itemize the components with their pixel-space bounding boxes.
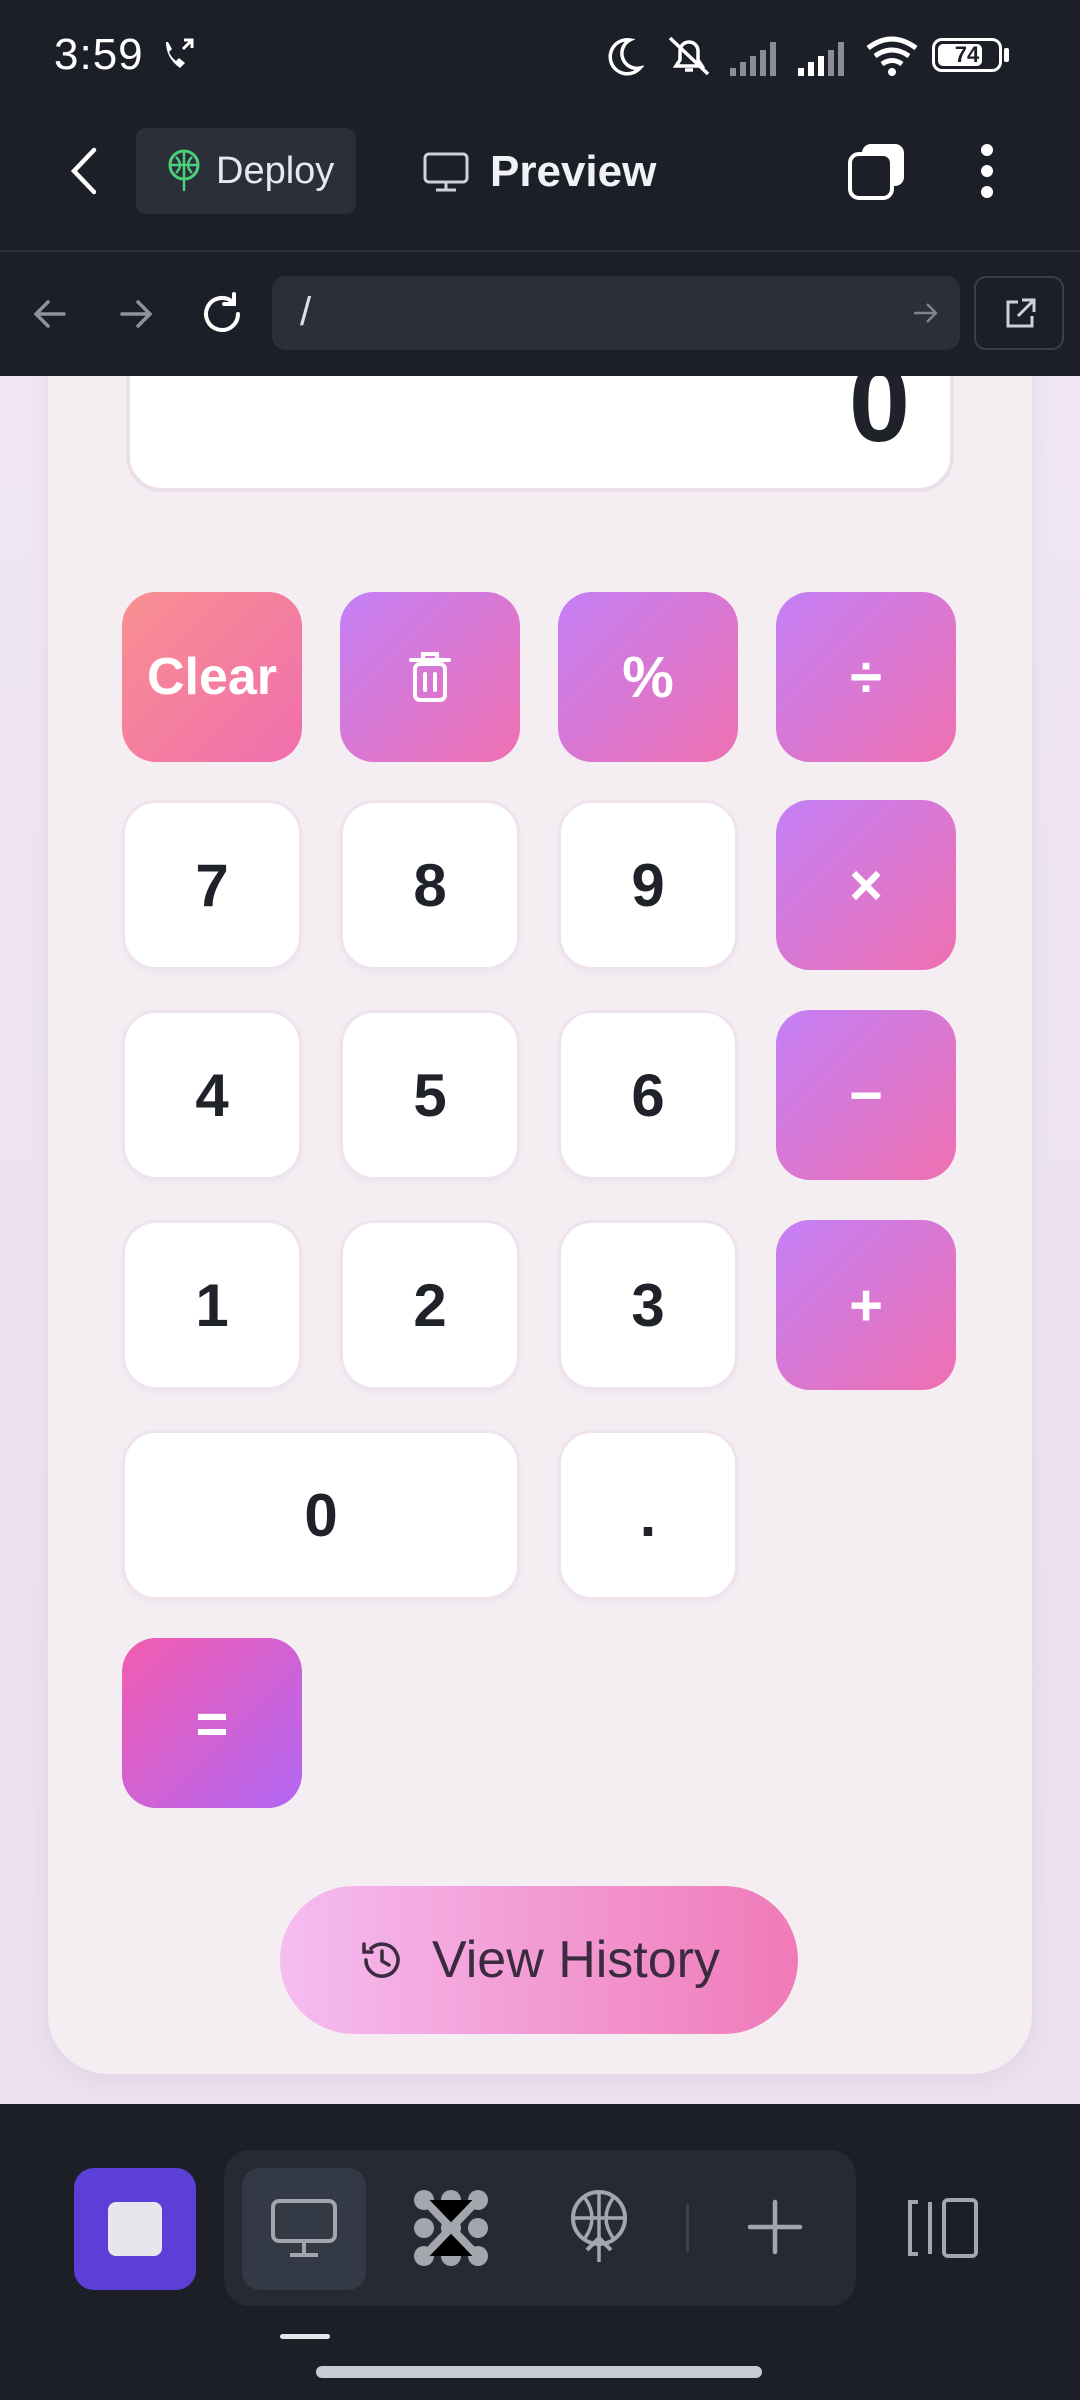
wifi-icon: [866, 36, 918, 76]
divide-button[interactable]: ÷: [776, 592, 956, 762]
preview-button[interactable]: Preview: [422, 140, 656, 204]
moon-icon: [608, 38, 644, 76]
digit-4-button[interactable]: 4: [122, 1010, 302, 1180]
app-content: 0 Clear % ÷ 7 8 9 × 4 5 6 − 1 2 3 + 0 . …: [0, 376, 1080, 2104]
digit-9-button[interactable]: 9: [558, 800, 738, 970]
digit-0-button[interactable]: 0: [122, 1430, 520, 1600]
battery-icon: 74: [932, 38, 1002, 72]
monitor-icon: [423, 152, 469, 192]
stop-icon: [108, 2202, 162, 2256]
desktop-icon: [271, 2199, 337, 2257]
minus-button[interactable]: −: [776, 1010, 956, 1180]
digit-3-button[interactable]: 3: [558, 1220, 738, 1390]
digit-1-button[interactable]: 1: [122, 1220, 302, 1390]
split-view-icon[interactable]: [906, 2196, 980, 2260]
url-input[interactable]: /: [272, 276, 960, 350]
reload-icon[interactable]: [198, 290, 246, 338]
multiply-button[interactable]: ×: [776, 800, 956, 970]
plus-button[interactable]: +: [776, 1220, 956, 1390]
deploy-button[interactable]: Deploy: [136, 128, 356, 214]
bell-off-icon: [668, 36, 710, 76]
history-icon: [362, 1942, 400, 1978]
status-time: 3:59: [54, 30, 144, 79]
digit-6-button[interactable]: 6: [558, 1010, 738, 1180]
call-forward-icon: [166, 38, 194, 68]
back-chevron-icon[interactable]: [66, 146, 102, 196]
equals-button[interactable]: =: [122, 1638, 302, 1808]
signal-icon: [730, 42, 776, 76]
url-text: /: [300, 290, 312, 334]
forward-arrow-icon[interactable]: [116, 294, 156, 334]
desktop-view-tab[interactable]: [242, 2168, 366, 2290]
trash-icon: [409, 652, 451, 702]
battery-level: 74: [954, 42, 980, 67]
delete-button[interactable]: [340, 592, 520, 762]
integrations-icon[interactable]: [412, 2188, 490, 2268]
open-external-button[interactable]: [974, 276, 1064, 350]
digit-7-button[interactable]: 7: [122, 800, 302, 970]
percent-button[interactable]: %: [558, 592, 738, 762]
deploy-icon: [168, 149, 200, 191]
back-arrow-icon[interactable]: [30, 294, 70, 334]
go-arrow-icon[interactable]: [910, 298, 940, 328]
home-indicator[interactable]: [316, 2366, 762, 2378]
view-history-button[interactable]: View History: [280, 1886, 798, 2034]
deploy-label: Deploy: [216, 149, 335, 192]
tabs-icon[interactable]: [846, 140, 908, 202]
stop-button[interactable]: [74, 2168, 196, 2290]
digit-8-button[interactable]: 8: [340, 800, 520, 970]
display-value: 0: [848, 376, 910, 465]
digit-2-button[interactable]: 2: [340, 1220, 520, 1390]
more-vertical-icon[interactable]: [972, 142, 1002, 200]
decimal-button[interactable]: .: [558, 1430, 738, 1600]
open-external-icon: [1006, 298, 1036, 328]
battery-cap: [1004, 48, 1009, 62]
plus-icon[interactable]: [746, 2198, 804, 2256]
signal-icon: [798, 42, 844, 76]
deploy-tab-icon[interactable]: [568, 2188, 630, 2266]
divider: [686, 2204, 689, 2252]
clear-button[interactable]: Clear: [122, 592, 302, 762]
status-bar: 3:59 74: [0, 0, 1080, 118]
calculator-display: 0: [126, 376, 954, 492]
active-tab-indicator: [280, 2334, 330, 2339]
view-history-label: View History: [431, 1931, 720, 1989]
preview-label: Preview: [490, 147, 657, 196]
digit-5-button[interactable]: 5: [340, 1010, 520, 1180]
